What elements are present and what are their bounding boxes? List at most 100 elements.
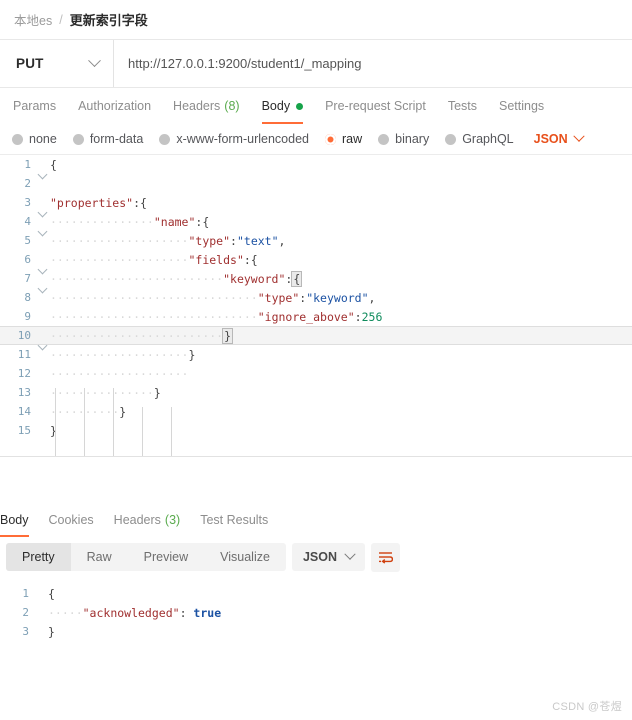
code-text: ······························"ignore_ab… [50,309,383,324]
radio-icon [378,133,390,145]
line-number: 8 [24,291,31,304]
code-line: 3 "properties":{ [0,193,632,212]
breadcrumb-parent[interactable]: 本地es [14,10,52,29]
view-mode-pretty[interactable]: Pretty [6,543,71,571]
request-url-bar: PUT http://127.0.0.1:9200/student1/_mapp… [0,40,632,88]
word-wrap-icon [379,551,393,564]
request-tab-headers[interactable]: Headers (8) [162,88,251,124]
view-mode-raw[interactable]: Raw [71,543,128,571]
response-tab-test-results[interactable]: Test Results [190,503,278,537]
code-text: } [50,423,57,438]
code-text: ···············"name":{ [50,214,210,229]
tab-label: Body [261,99,291,113]
code-text: ····················"type":"text", [50,233,286,248]
request-tab-tests[interactable]: Tests [437,88,488,124]
code-text: } [48,624,55,639]
line-number: 11 [17,348,31,361]
code-text: ····················} [50,347,196,362]
request-tab-body[interactable]: Body [251,88,315,124]
line-number: 4 [24,215,31,228]
code-line: 1{ [0,155,632,174]
code-line: 13 ···············} [0,383,632,402]
body-type-label: form-data [89,132,144,146]
body-type-graphql[interactable]: GraphQL [445,132,514,146]
tab-label: Settings [499,99,545,113]
radio-icon [159,133,171,145]
code-text: ·························} [50,327,234,344]
code-text: ······························"type":"ke… [50,290,376,305]
line-number: 1 [24,158,31,171]
code-line: 7 ·························"keyword":{ [0,269,632,288]
chevron-down-icon [88,54,101,68]
response-tab-bar: Body Cookies Headers (3) Test Results [0,503,632,537]
line-number: 1 [22,587,29,600]
code-line: 15} [0,421,632,440]
radio-icon [325,133,336,145]
body-present-indicator-icon [296,102,304,110]
code-line: 11 ····················} [0,345,632,364]
code-line: 2 [0,174,632,193]
code-line: 6 ····················"fields":{ [0,250,632,269]
breadcrumb-separator: / [59,12,63,27]
tab-label: Headers [113,513,161,527]
tab-label: Headers [173,99,221,113]
response-format-label: JSON [302,550,337,564]
tab-label: Test Results [200,513,269,527]
word-wrap-button[interactable] [371,542,400,572]
code-line: 3} [0,622,632,641]
code-text: ·························"keyword":{ [50,270,303,287]
code-text: ····················"fields":{ [50,252,258,267]
body-type-raw[interactable]: raw [325,132,362,146]
code-line: 2 ·····"acknowledged": true [0,603,632,622]
code-text: ···················· [50,366,189,381]
body-type-row: none form-data x-www-form-urlencoded raw bin… [0,124,632,154]
line-number: 6 [24,253,31,266]
line-number: 14 [17,405,31,418]
tab-label: Pre-request Script [325,99,426,113]
response-tab-body[interactable]: Body [0,503,39,537]
line-number: 3 [22,625,29,638]
pane-gap [0,457,632,503]
url-input[interactable]: http://127.0.0.1:9200/student1/_mapping [114,40,632,87]
tab-label: Authorization [78,99,152,113]
code-line: 1{ [0,584,632,603]
response-format-selector[interactable]: JSON [291,543,365,571]
line-number: 9 [24,310,31,323]
request-body-editor[interactable]: 1{ 2 3 "properties":{ 4 ···············"name"… [0,154,632,456]
line-number: 12 [17,367,31,380]
response-body-viewer[interactable]: 1{2 ·····"acknowledged": true 3} [0,577,632,697]
line-number: 5 [24,234,31,247]
code-line: 4 ···············"name":{ [0,212,632,231]
raw-format-selector[interactable]: JSON [534,130,585,146]
http-method-label: PUT [16,56,44,71]
body-type-form-data[interactable]: form-data [72,132,144,146]
breadcrumb-current: 更新索引字段 [69,13,148,28]
body-type-binary[interactable]: binary [378,132,429,146]
chevron-down-icon [573,130,585,142]
code-line: 10 ·························} [0,326,632,345]
code-line: 8 ······························"type":"k… [0,288,632,307]
code-line: 12 ···················· [0,364,632,383]
tab-label: Body [0,513,29,527]
request-tab-authorization[interactable]: Authorization [67,88,162,124]
view-mode-visualize[interactable]: Visualize [204,543,286,571]
response-tab-headers[interactable]: Headers (3) [104,503,191,537]
response-tab-cookies[interactable]: Cookies [39,503,104,537]
request-tab-pre-request-script[interactable]: Pre-request Script [314,88,437,124]
body-type-x-www-form-urlencoded[interactable]: x-www-form-urlencoded [159,132,309,146]
request-tab-params[interactable]: Params [2,88,67,124]
body-type-label: GraphQL [462,132,514,146]
http-method-selector[interactable]: PUT [0,40,114,87]
response-toolbar: Pretty Raw Preview Visualize JSON [0,537,632,577]
line-number: 10 [17,329,31,342]
chevron-down-icon [344,548,356,560]
code-line: 14 ··········} [0,402,632,421]
tab-label: Params [13,99,57,113]
line-number: 2 [24,177,31,190]
request-tab-settings[interactable]: Settings [488,88,555,124]
view-mode-preview[interactable]: Preview [128,543,204,571]
tab-label: Tests [447,99,477,113]
request-tab-bar: Params Authorization Headers (8) Body Pre-req… [0,88,632,124]
line-number: 3 [24,196,31,209]
body-type-none[interactable]: none [12,132,57,146]
